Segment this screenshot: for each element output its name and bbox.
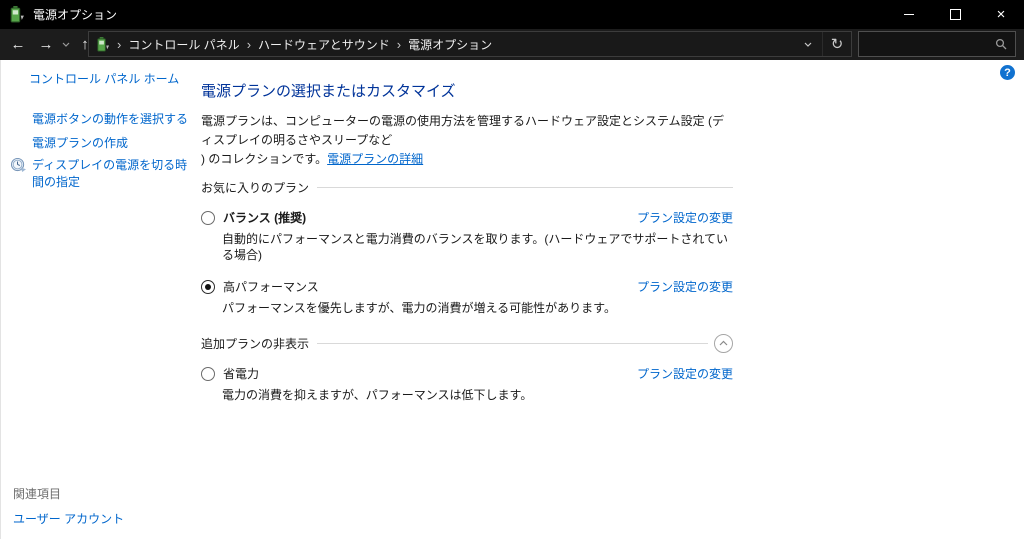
minimize-icon [904,14,914,15]
chevron-down-icon [804,42,812,47]
window-title: 電源オプション [33,8,118,22]
change-plan-settings-link-balanced[interactable]: プラン設定の変更 [637,209,733,226]
intro-text: 電源プランは、コンピューターの電源の使用方法を管理するハードウェア設定とシステム… [201,112,733,169]
favorite-plans-section-header: お気に入りのプラン [201,178,733,196]
plan-description: 自動的にパフォーマンスと電力消費のバランスを取ります。(ハードウェアでサポートさ… [222,232,728,262]
titlebar: 電源オプション × [0,0,1024,29]
sidebar-item-choose-power-buttons[interactable]: 電源ボタンの動作を選択する [32,110,188,127]
search-input[interactable] [859,37,995,51]
plan-description: 電力の消費を抑えますが、パフォーマンスは低下します。 [222,388,533,402]
sidebar-item-control-panel-home[interactable]: コントロール パネル ホーム [29,70,179,87]
forward-button[interactable]: → [32,29,60,60]
intro-line2: ) のコレクションです。 [201,152,328,166]
plan-radio-balanced[interactable] [201,210,215,225]
navigation-toolbar: ← → ↑ › コントロール パネル › ハードウェアとサウンド › 電源オプシ… [0,29,1024,60]
change-plan-settings-link-power-saver[interactable]: プラン設定の変更 [637,365,733,382]
sidebar-item-user-accounts[interactable]: ユーザー アカウント [13,510,124,527]
plan-name: バランス (推奨) [223,211,307,225]
plan-row-high-performance: 高パフォーマンス プラン設定の変更 パフォーマンスを優先しますが、電力の消費が増… [201,278,733,316]
close-button[interactable]: × [978,0,1024,29]
breadcrumb-separator-icon: › [117,36,122,52]
close-icon: × [996,6,1006,23]
power-options-battery-icon [97,36,110,52]
sidebar-item-create-power-plan[interactable]: 電源プランの作成 [32,134,128,151]
page-title: 電源プランの選択またはカスタマイズ [201,83,456,100]
refresh-icon: ↻ [830,36,844,53]
main-panel: 電源プランの選択またはカスタマイズ 電源プランは、コンピューターの電源の使用方法… [201,60,733,403]
see-also-heading: 関連項目 [13,487,62,501]
breadcrumb-separator-icon: › [246,36,252,52]
sidebar-item-choose-display-off-time[interactable]: ディスプレイの電源を切る時間の指定 [32,157,188,191]
power-options-battery-icon [10,6,24,23]
maximize-button[interactable] [932,0,978,29]
collapse-additional-plans-button[interactable] [714,333,733,353]
breadcrumb-separator-icon: › [396,36,402,52]
plan-name: 省電力 [223,367,260,381]
breadcrumb-item-power-options[interactable]: 電源オプション [408,36,492,53]
plan-radio-high-performance[interactable] [201,279,215,294]
change-plan-settings-link-high-performance[interactable]: プラン設定の変更 [637,278,733,295]
breadcrumb-item-control-panel[interactable]: コントロール パネル [128,36,239,53]
search-icon[interactable] [995,38,1007,50]
clock-icon [11,157,26,172]
refresh-button[interactable]: ↻ [822,32,851,56]
divider [317,186,733,188]
plan-row-balanced: バランス (推奨) プラン設定の変更 自動的にパフォーマンスと電力消費のバランス… [201,209,733,263]
address-dropdown-button[interactable] [794,32,822,56]
breadcrumb[interactable]: › コントロール パネル › ハードウェアとサウンド › 電源オプション ↻ [88,31,852,57]
breadcrumb-item-hardware-and-sound[interactable]: ハードウェアとサウンド [258,36,390,53]
chevron-up-icon [719,340,728,346]
plan-radio-power-saver[interactable] [201,366,215,381]
chevron-down-icon [62,42,70,47]
power-plan-details-link[interactable]: 電源プランの詳細 [327,152,423,166]
divider [317,342,708,344]
plan-row-power-saver: 省電力 プラン設定の変更 電力の消費を抑えますが、パフォーマンスは低下します。 [201,365,733,403]
favorite-plans-heading: お気に入りのプラン [201,180,310,195]
minimize-button[interactable] [886,0,932,29]
additional-plans-heading: 追加プランの非表示 [201,336,310,351]
sidebar: コントロール パネル ホーム 電源ボタンの動作を選択する 電源プランの作成 ディ… [1,60,193,539]
content-area: ? コントロール パネル ホーム 電源ボタンの動作を選択する 電源プランの作成 … [0,60,1024,539]
plan-description: パフォーマンスを優先しますが、電力の消費が増える可能性があります。 [222,301,616,315]
maximize-icon [949,9,961,20]
additional-plans-section-header: 追加プランの非表示 [201,333,733,353]
intro-line1: 電源プランは、コンピューターの電源の使用方法を管理するハードウェア設定とシステム… [201,114,724,147]
back-button[interactable]: ← [4,29,32,60]
search-box [858,31,1016,57]
plan-name: 高パフォーマンス [223,280,319,294]
power-options-window: 電源オプション × ← → ↑ › コントロール パネル › ハードウェアとサウ… [0,0,1024,539]
help-button[interactable]: ? [1000,65,1015,80]
